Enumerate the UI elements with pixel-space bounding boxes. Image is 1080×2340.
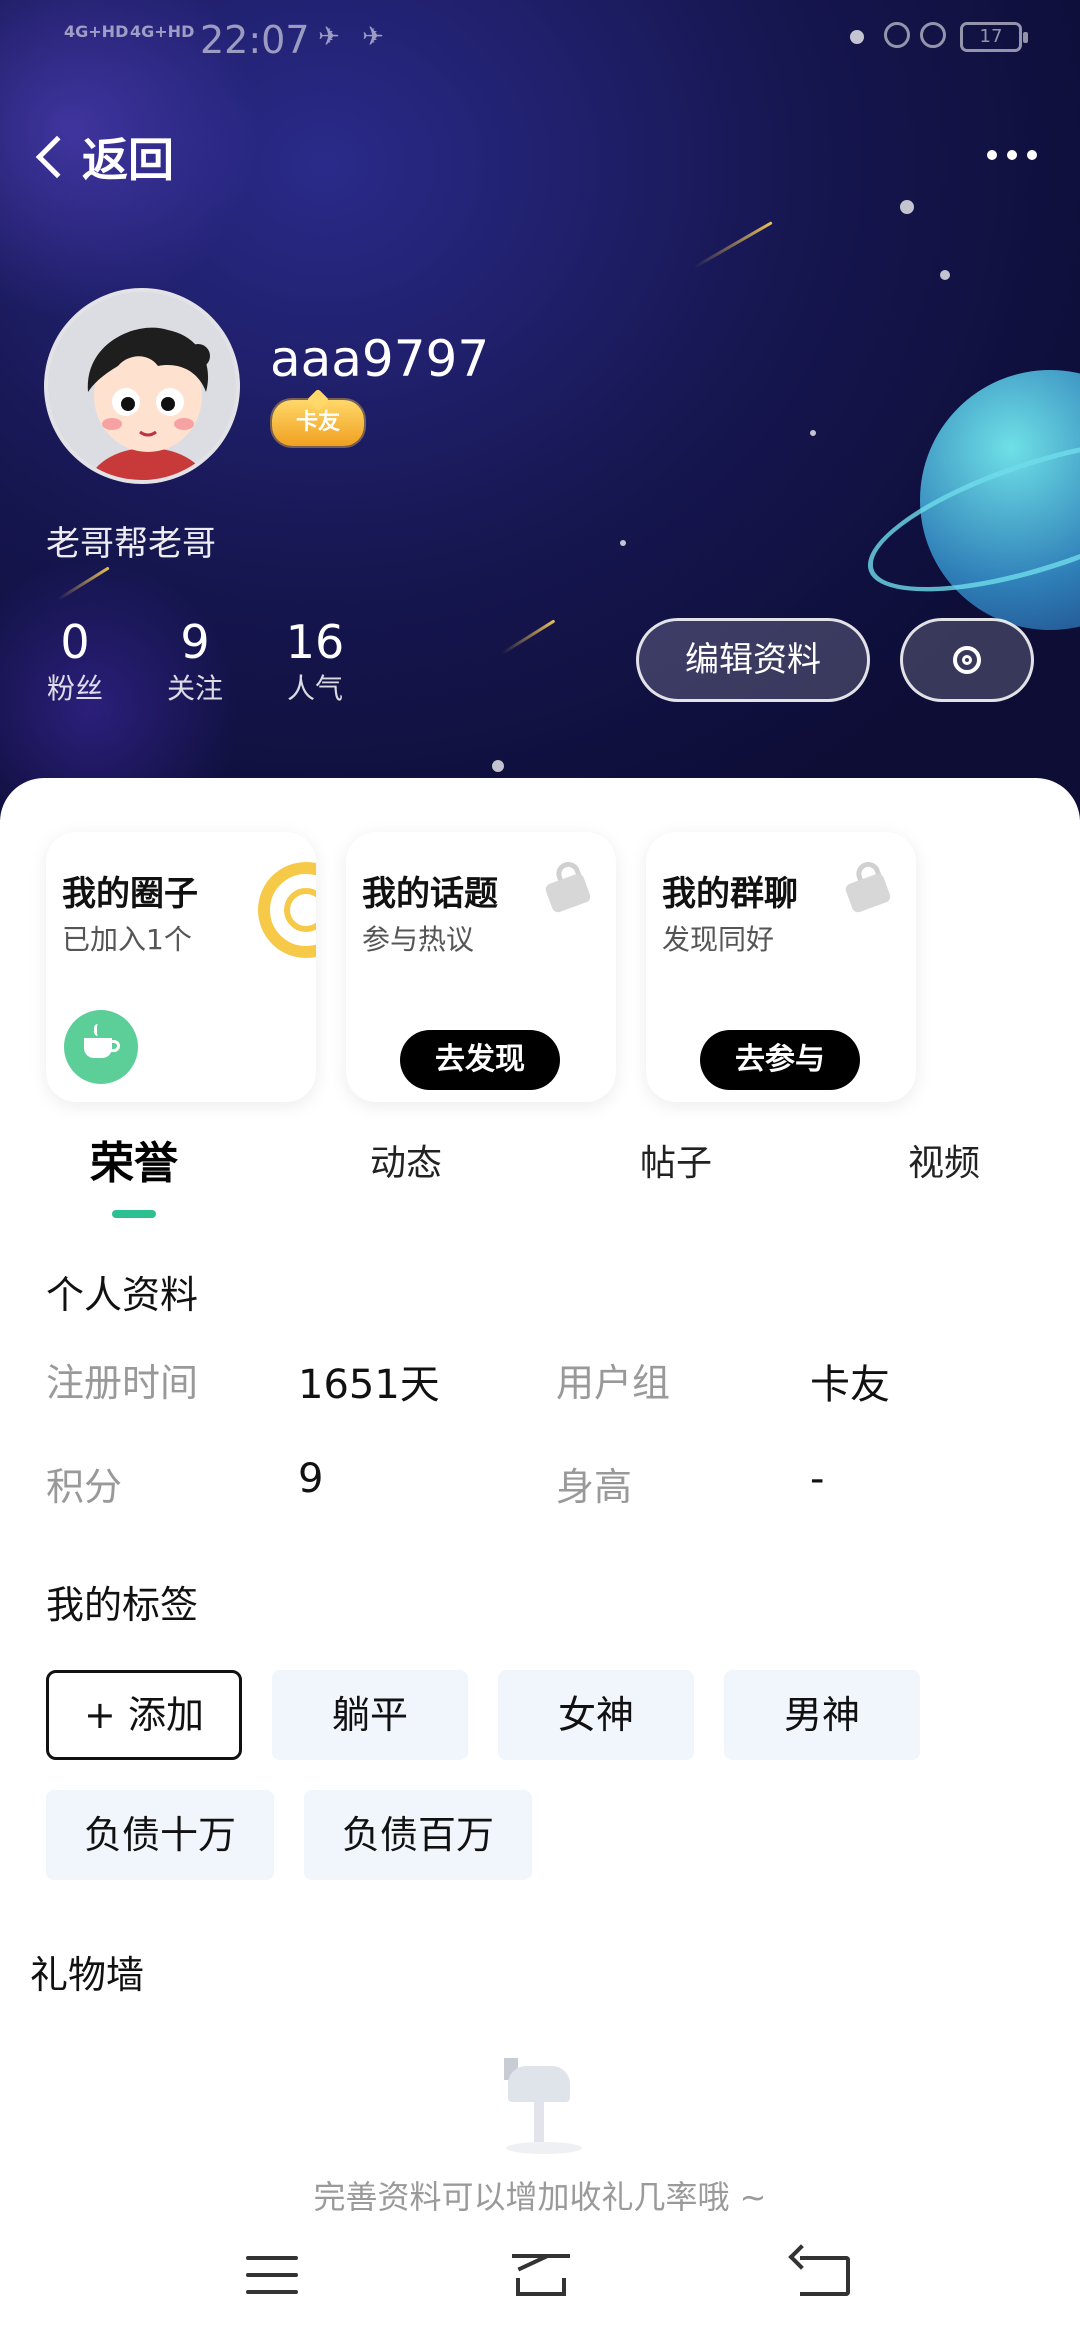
back-label: 返回 [82,133,174,187]
my-group-chats-card[interactable]: 我的群聊 发现同好 去参与 [646,832,916,1102]
lock-body [844,872,892,914]
tab-activity[interactable]: 动态 [326,1134,486,1194]
signal-indicator: 4G+HD [130,22,195,41]
user-level-badge: 卡友 [272,400,364,446]
user-signature: 老哥帮老哥 [46,524,216,564]
section-title-gift-wall: 礼物墙 [30,1953,145,1997]
username: aaa9797 [270,330,490,388]
chevron-left-icon [35,135,79,179]
card-subtitle: 参与热议 [362,923,475,956]
more-icon [1027,150,1037,160]
tag-chip[interactable]: 男神 [724,1670,920,1760]
more-options-button[interactable] [974,140,1050,170]
status-bar: 4G+HD 4G+HD 22:07 ✈ ✈ 17 [0,0,1080,80]
card-title: 我的群聊 [662,874,798,914]
more-icon [1007,150,1017,160]
edit-profile-button[interactable]: 编辑资料 [636,618,870,702]
gear-icon [953,646,981,674]
airplane-icon: ✈ [362,22,384,52]
stat-popularity[interactable]: 16 人气 [260,614,370,708]
stat-label: 人气 [286,672,343,705]
battery-icon: 17 [960,22,1028,52]
mailbox-shadow [506,2142,582,2154]
status-time: 22:07 [200,18,310,62]
cup-body [84,1038,112,1058]
meteor-decoration [693,221,773,269]
stat-following[interactable]: 9 关注 [140,614,250,708]
cup-handle [110,1040,120,1052]
tag-chip[interactable]: 女神 [498,1670,694,1760]
location-icon [884,22,910,48]
home-base [516,2278,566,2296]
star-decoration [900,200,914,214]
info-label: 注册时间 [46,1361,199,1405]
tab-honor[interactable]: 荣誉 [54,1134,214,1194]
stat-label: 关注 [166,672,223,705]
home-icon[interactable] [506,2250,576,2300]
stat-fans[interactable]: 0 粉丝 [20,614,130,708]
tag-chip[interactable]: 负债十万 [46,1790,274,1880]
star-decoration [492,760,504,772]
discover-button[interactable]: 去发现 [400,1030,560,1090]
alarm-icon [920,22,946,48]
info-value: 卡友 [810,1362,890,1408]
tab-posts[interactable]: 帖子 [596,1134,756,1194]
info-value: - [810,1456,825,1502]
star-decoration [940,270,950,280]
card-subtitle: 发现同好 [662,923,775,956]
section-title-my-tags: 我的标签 [46,1583,199,1627]
info-label: 身高 [556,1465,633,1509]
back-button[interactable]: 返回 [30,122,174,192]
stat-label: 粉丝 [46,672,103,705]
add-tag-button[interactable]: + 添加 [46,1670,242,1760]
signal-indicator: 4G+HD [64,22,129,41]
circle-decoration-icon [258,862,316,958]
info-label: 积分 [46,1465,123,1509]
settings-button[interactable] [900,618,1034,702]
menu-icon[interactable] [246,2256,298,2296]
meteor-decoration [501,619,556,655]
gift-wall-empty-text: 完善资料可以增加收礼几率哦 ~ [313,2178,767,2216]
info-label: 用户组 [556,1361,671,1405]
star-decoration [620,540,626,546]
mailbox-post [534,2102,544,2142]
tab-videos[interactable]: 视频 [864,1134,1024,1194]
avatar[interactable] [44,288,240,484]
lock-icon [544,858,592,914]
card-subtitle: 已加入1个 [62,923,192,956]
active-tab-indicator [112,1210,156,1218]
coffee-cup-icon[interactable] [64,1010,138,1084]
info-value: 1651天 [298,1362,440,1408]
back-nav-icon[interactable] [800,2256,850,2296]
tag-chip[interactable]: 负债百万 [304,1790,532,1880]
lock-body [544,872,592,914]
my-topics-card[interactable]: 我的话题 参与热议 去发现 [346,832,616,1102]
join-button[interactable]: 去参与 [700,1030,860,1090]
card-title: 我的圈子 [62,874,198,914]
badge-label: 卡友 [295,410,340,435]
star-decoration [810,430,816,436]
airplane-icon: ✈ [318,22,340,52]
more-icon [987,150,997,160]
card-title: 我的话题 [362,874,498,914]
section-title-personal-info: 个人资料 [46,1273,199,1317]
stat-value: 16 [285,615,345,669]
lock-icon [844,858,892,914]
my-circles-card[interactable]: 我的圈子 已加入1个 [46,832,316,1102]
mailbox-icon [498,2058,598,2158]
stat-value: 9 [180,615,210,669]
mailbox-box [508,2066,570,2102]
stat-value: 0 [60,615,90,669]
steam-icon [94,1024,102,1036]
tag-chip[interactable]: 躺平 [272,1670,468,1760]
info-value: 9 [298,1456,324,1502]
